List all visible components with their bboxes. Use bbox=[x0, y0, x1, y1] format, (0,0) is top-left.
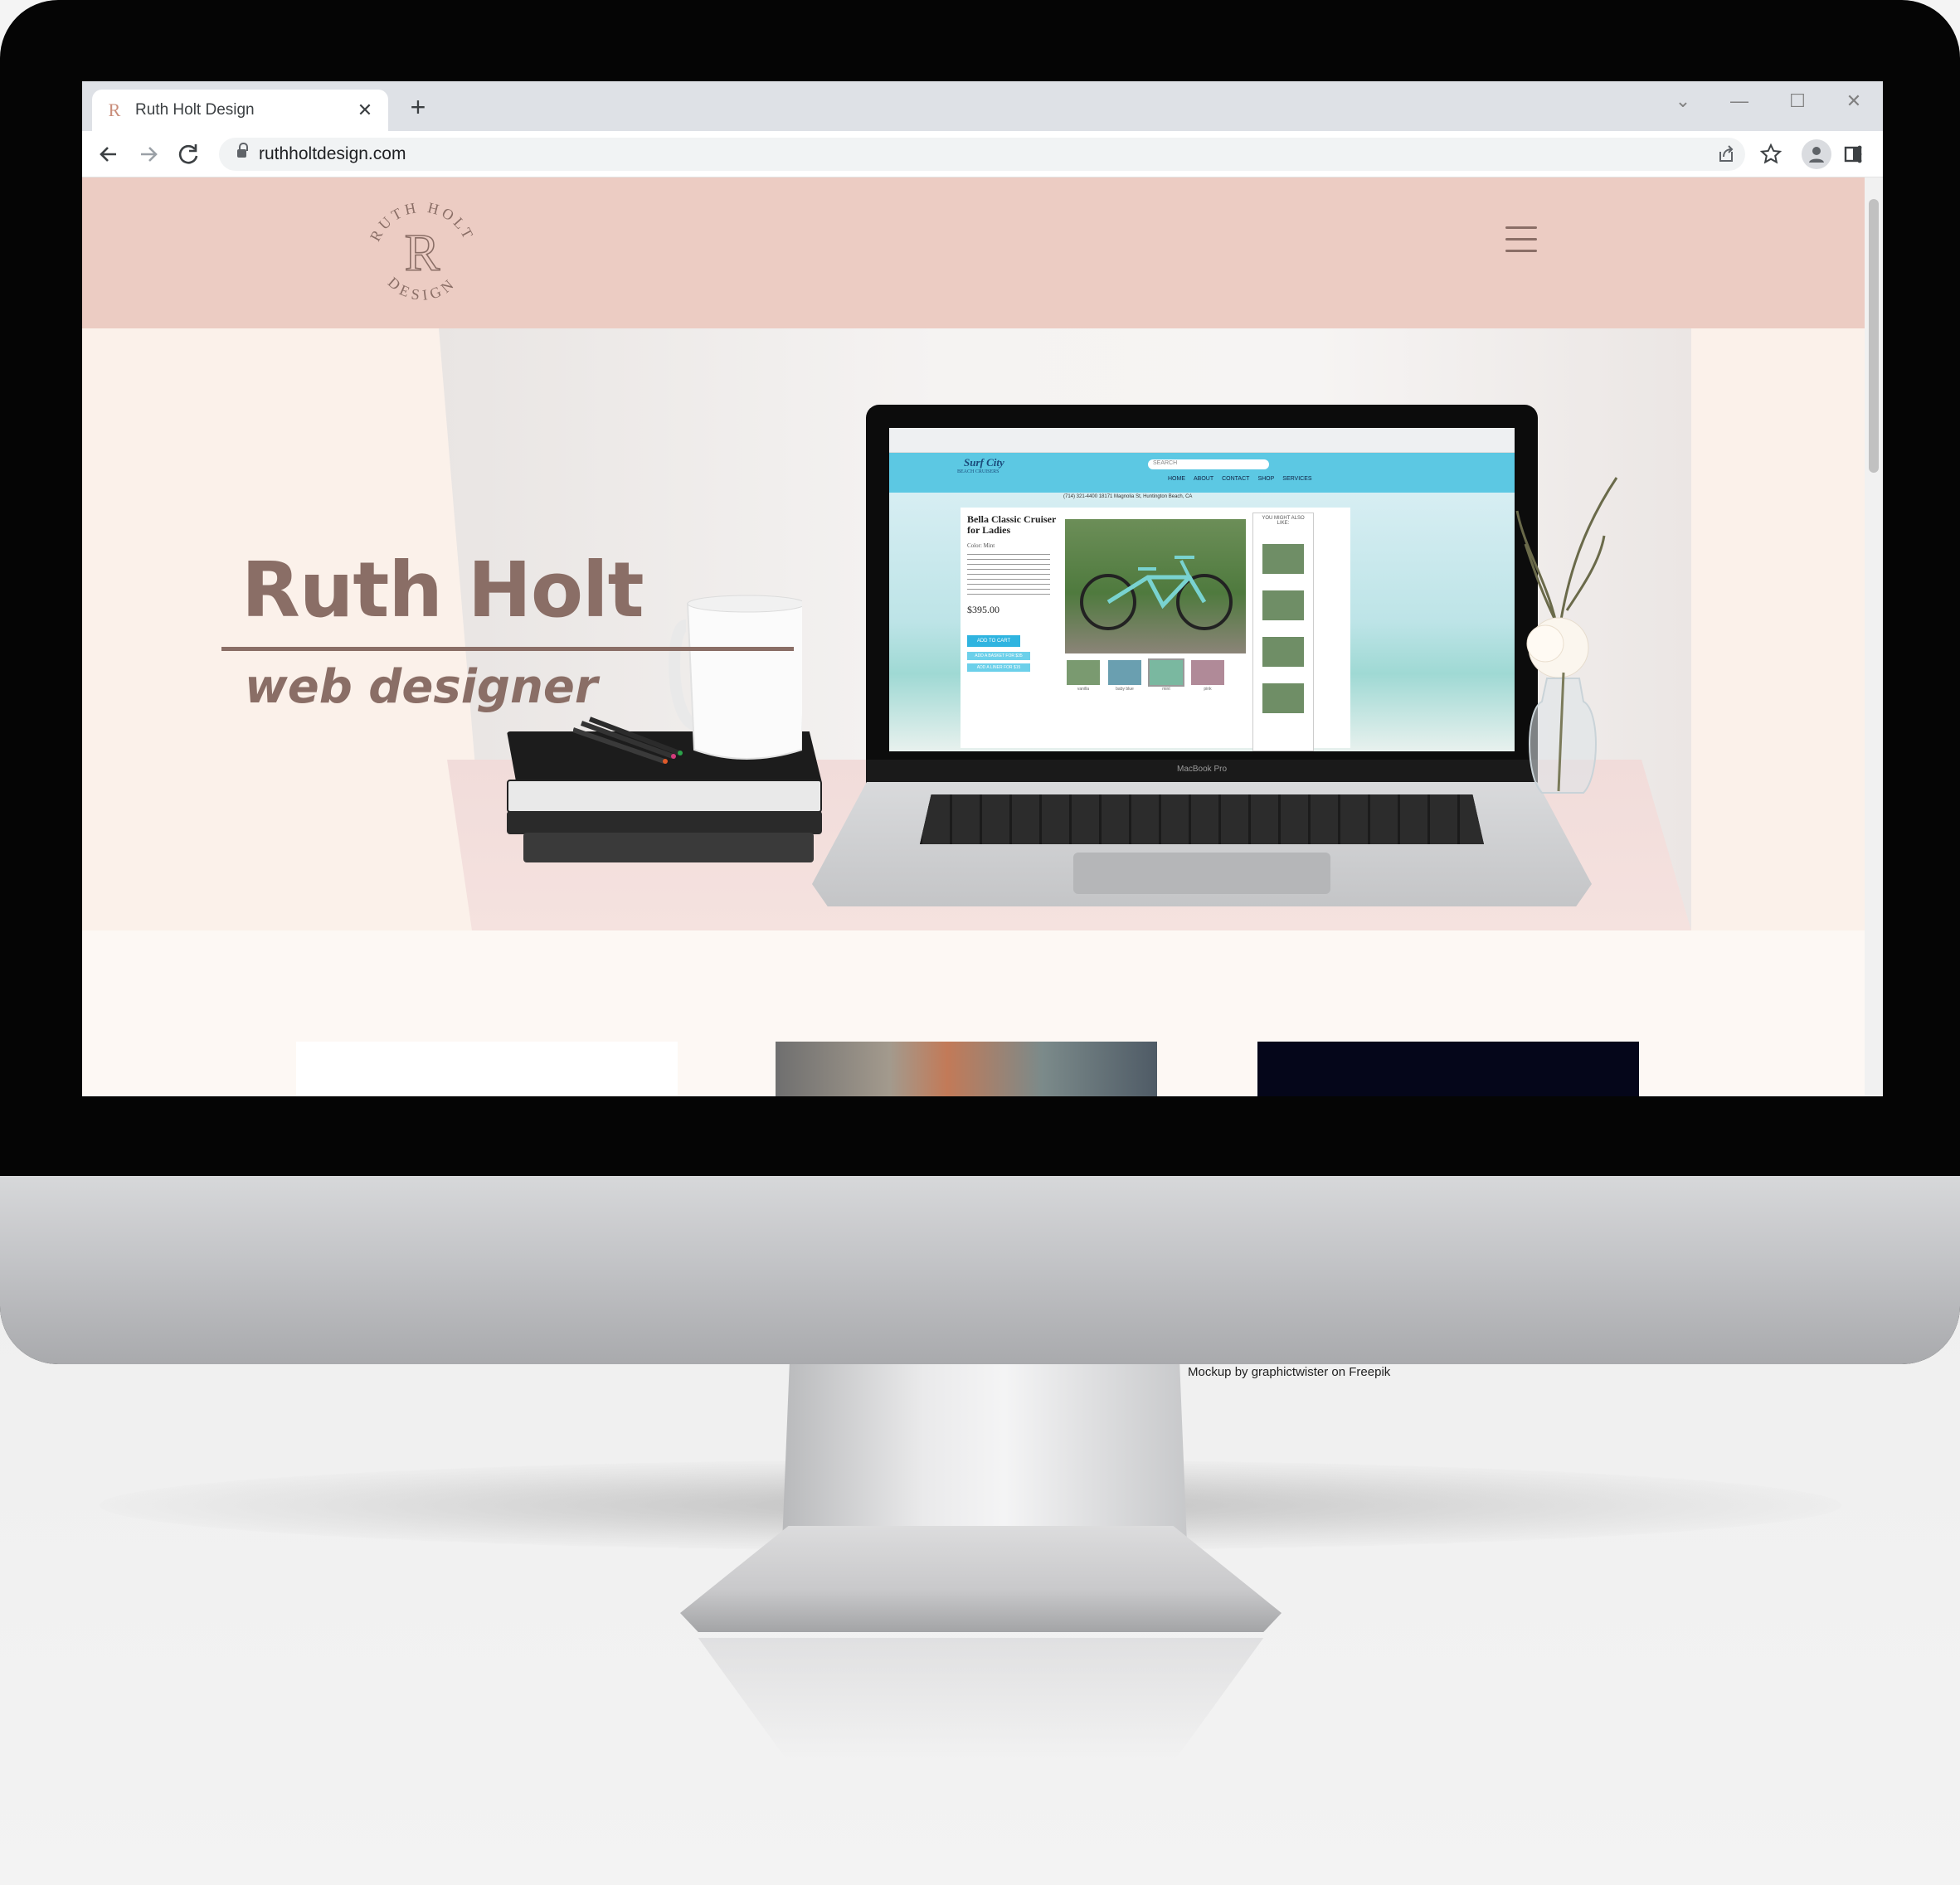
mini-site-tagline: BEACH CRUISERS bbox=[957, 469, 999, 474]
stand-reflection bbox=[698, 1638, 1264, 1762]
laptop-trackpad bbox=[1073, 853, 1330, 894]
feature-card[interactable] bbox=[776, 1042, 1157, 1096]
laptop-screen: Surf City BEACH CRUISERS SEARCH HOME ABO… bbox=[889, 428, 1515, 751]
browser-window: R Ruth Holt Design ✕ + ⌄ — ☐ ✕ ruthholtd… bbox=[82, 81, 1883, 1096]
mini-nav-item: CONTACT bbox=[1222, 476, 1250, 482]
flower-vase-image bbox=[1515, 477, 1618, 794]
forward-icon[interactable] bbox=[134, 139, 163, 169]
page-scrollbar[interactable] bbox=[1865, 177, 1883, 1096]
monitor-bezel: R Ruth Holt Design ✕ + ⌄ — ☐ ✕ ruthholtd… bbox=[0, 0, 1960, 1364]
mini-nav-item: SHOP bbox=[1257, 476, 1275, 482]
mini-swatch-label: vanilla bbox=[1077, 687, 1090, 692]
back-icon[interactable] bbox=[94, 139, 124, 169]
mini-add-to-cart-button: ADD TO CART bbox=[967, 635, 1020, 647]
mini-nav: HOME ABOUT CONTACT SHOP SERVICES bbox=[1168, 476, 1312, 482]
laptop-lcd-bezel: MacBook Pro bbox=[866, 760, 1538, 785]
monitor-stand-base bbox=[680, 1526, 1282, 1632]
mini-product-photo bbox=[1065, 519, 1246, 653]
minimize-button[interactable]: — bbox=[1724, 86, 1754, 116]
mini-swatch-label: mint bbox=[1162, 687, 1170, 692]
close-window-button[interactable]: ✕ bbox=[1839, 86, 1869, 116]
monitor-chin bbox=[0, 1176, 1960, 1364]
hamburger-menu-icon[interactable] bbox=[1505, 223, 1537, 256]
share-icon[interactable] bbox=[1712, 141, 1739, 168]
scrollbar-thumb[interactable] bbox=[1869, 199, 1879, 473]
star-icon[interactable] bbox=[1756, 139, 1786, 169]
browser-toolbar: ruthholtdesign.com bbox=[82, 131, 1883, 177]
mini-nav-item: SERVICES bbox=[1282, 476, 1312, 482]
tab-title: Ruth Holt Design bbox=[135, 101, 255, 119]
laptop-lid: Surf City BEACH CRUISERS SEARCH HOME ABO… bbox=[866, 405, 1538, 785]
mini-site-name: Surf City bbox=[964, 456, 1004, 469]
mockup-credit: Mockup by graphictwister on Freepik bbox=[1188, 1365, 1391, 1379]
url-text: ruthholtdesign.com bbox=[259, 144, 406, 163]
logo-monogram: R bbox=[405, 223, 440, 282]
coffee-mug-image bbox=[669, 595, 802, 760]
ruth-holt-design-logo[interactable]: RUTH HOLT DESIGN R bbox=[364, 191, 480, 313]
mini-price: $395.00 bbox=[967, 604, 999, 615]
favicon-icon: R bbox=[108, 100, 121, 120]
mini-address: (714) 321-4400 18171 Magnolia St, Huntin… bbox=[1063, 494, 1193, 499]
menu-icon[interactable] bbox=[1847, 139, 1872, 169]
tab-search-icon[interactable]: ⌄ bbox=[1668, 86, 1698, 116]
hero-divider bbox=[221, 647, 794, 651]
new-tab-button[interactable]: + bbox=[401, 91, 435, 124]
tab-strip: R Ruth Holt Design ✕ + ⌄ — ☐ ✕ bbox=[82, 81, 1883, 131]
hero-name: Ruth Holt bbox=[241, 546, 644, 634]
mini-addon-basket: ADD A BASKET FOR $35 bbox=[967, 652, 1030, 660]
feature-card[interactable] bbox=[296, 1042, 678, 1096]
lock-icon[interactable] bbox=[237, 143, 248, 159]
mini-product-title: Bella Classic Cruiser for Ladies bbox=[967, 513, 1057, 536]
hero-section: Ruth Holt web designer Surf City BEACH C… bbox=[82, 328, 1865, 930]
profile-icon[interactable] bbox=[1802, 139, 1831, 169]
mini-nav-item: HOME bbox=[1168, 476, 1185, 482]
mini-product-color: Color: Mint bbox=[967, 542, 995, 549]
laptop-brand: MacBook Pro bbox=[1176, 765, 1228, 774]
feature-card[interactable] bbox=[1257, 1042, 1639, 1096]
mockup-scene: R Ruth Holt Design ✕ + ⌄ — ☐ ✕ ruthholtd… bbox=[0, 0, 1960, 1885]
laptop-keyboard bbox=[920, 794, 1484, 844]
browser-tab[interactable]: R Ruth Holt Design ✕ bbox=[92, 90, 388, 131]
mini-nav-item: ABOUT bbox=[1194, 476, 1214, 482]
site-header: RUTH HOLT DESIGN R bbox=[82, 177, 1865, 328]
features-section bbox=[82, 930, 1865, 1096]
mini-addon-liner: ADD A LINER FOR $15 bbox=[967, 663, 1030, 672]
reload-icon[interactable] bbox=[173, 139, 203, 169]
maximize-button[interactable]: ☐ bbox=[1782, 86, 1812, 116]
mini-search-input: SEARCH bbox=[1153, 460, 1178, 466]
mini-swatch-label: baby blue bbox=[1116, 687, 1134, 692]
mini-swatch-label: pink bbox=[1204, 687, 1212, 692]
mini-sidebar-title: YOU MIGHT ALSO LIKE: bbox=[1262, 516, 1305, 526]
page-viewport: RUTH HOLT DESIGN R Ruth Holt web designe… bbox=[82, 177, 1865, 1096]
tab-close-icon[interactable]: ✕ bbox=[353, 100, 377, 121]
hero-role: web designer bbox=[245, 660, 598, 714]
mini-swatch-row bbox=[1067, 658, 1224, 687]
address-bar[interactable]: ruthholtdesign.com bbox=[219, 138, 1745, 171]
